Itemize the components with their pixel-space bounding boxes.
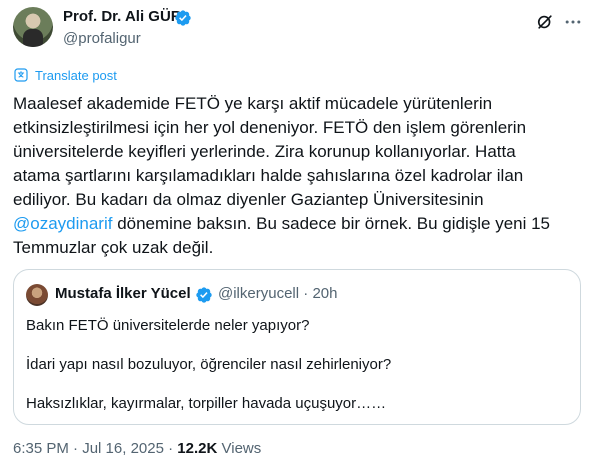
- views-count: 12.2K: [177, 440, 218, 457]
- post-text-fragment: dönemine baksın. Bu sadece bir örnek. Bu…: [112, 214, 551, 233]
- post-text-line: etkinsizleştirilmesi için her yol deneni…: [13, 118, 527, 137]
- post-date[interactable]: Jul 16, 2025: [82, 440, 164, 457]
- post-time[interactable]: 6:35 PM: [13, 440, 69, 457]
- translate-label[interactable]: Translate post: [35, 68, 117, 83]
- post-text-line: üniversitelerde keyifleri yerlerinde. Zi…: [13, 142, 516, 161]
- quoted-post[interactable]: Mustafa İlker Yücel @ilkeryucell · 20h B…: [13, 269, 581, 425]
- post-text-line: Maalesef akademide FETÖ ye karşı aktif m…: [13, 94, 493, 113]
- post-text-line-with-mention: @ozaydinarif dönemine baksın. Bu sadece …: [13, 212, 583, 236]
- footer-separator: ·: [168, 440, 174, 457]
- footer-separator: ·: [73, 440, 79, 457]
- verified-badge-icon: [175, 10, 191, 26]
- quoted-post-line: Bakın FETÖ üniversitelerde neler yapıyor…: [26, 317, 310, 334]
- post-text-line: Temmuzlar çok uzak değil.: [13, 238, 214, 257]
- quoted-author-avatar[interactable]: [26, 284, 48, 306]
- quoted-author-name[interactable]: Mustafa İlker Yücel: [55, 285, 191, 302]
- quoted-post-time[interactable]: 20h: [312, 285, 337, 302]
- meta-separator: ·: [303, 285, 309, 302]
- post-text-line: ediliyor. Bu kadarı da olmaz diyenler Ga…: [13, 190, 484, 209]
- tweet: Prof. Dr. Ali GÜR @profaligur Translate …: [0, 0, 595, 468]
- quoted-post-line: Haksızlıklar, kayırmalar, torpiller hava…: [26, 395, 387, 412]
- quoted-post-line: İdari yapı nasıl bozuluyor, öğrenciler n…: [26, 356, 392, 373]
- author-name[interactable]: Prof. Dr. Ali GÜR: [63, 8, 182, 25]
- post-footer: 6:35 PM · Jul 16, 2025 · 12.2K Views: [13, 440, 261, 457]
- views-label: Views: [221, 440, 262, 457]
- post-text-line: atama şartlarını karşılamadıkları halde …: [13, 166, 524, 185]
- translate-icon: [14, 68, 28, 82]
- translate-post-link[interactable]: Translate post: [13, 67, 117, 83]
- mention-link[interactable]: @ozaydinarif: [13, 214, 112, 233]
- grok-icon[interactable]: [535, 12, 555, 32]
- author-handle[interactable]: @profaligur: [63, 30, 141, 47]
- quoted-author-handle[interactable]: @ilkeryucell: [218, 285, 299, 302]
- post-text: Maalesef akademide FETÖ ye karşı aktif m…: [13, 92, 583, 260]
- author-avatar[interactable]: [13, 7, 53, 47]
- verified-badge-icon: [196, 287, 212, 303]
- quoted-post-meta: @ilkeryucell · 20h: [218, 285, 337, 302]
- more-icon[interactable]: [563, 12, 583, 32]
